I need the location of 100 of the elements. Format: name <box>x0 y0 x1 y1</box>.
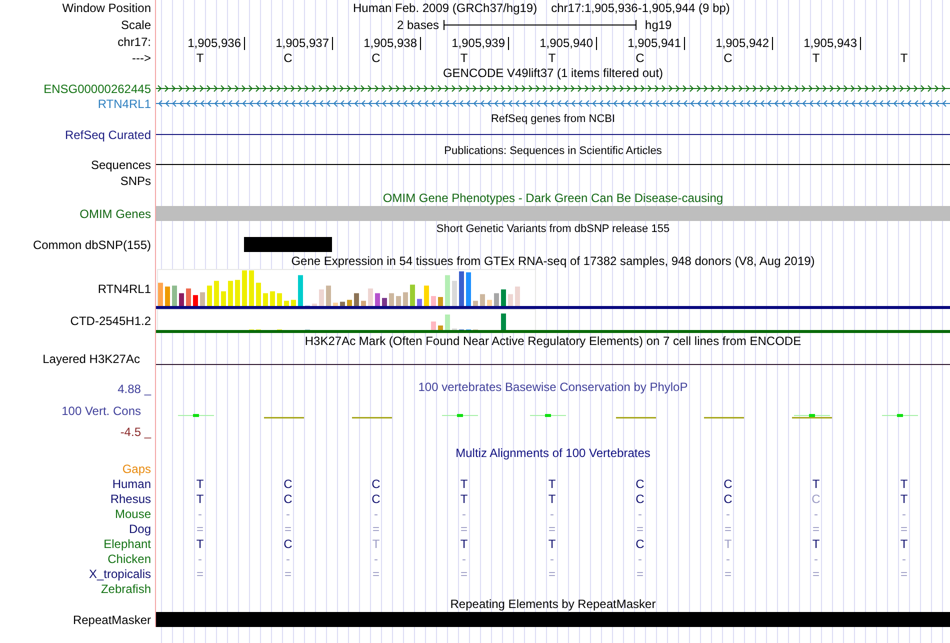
aligned-base: = <box>812 566 820 580</box>
aligned-base: C <box>636 536 644 550</box>
expression-bars-drawing[interactable] <box>157 309 536 331</box>
base-letter: T <box>900 50 908 64</box>
aligned-base: - <box>462 506 466 520</box>
aligned-base: = <box>812 522 820 536</box>
track-label[interactable]: OMIM Genes <box>80 206 151 220</box>
aligned-base: - <box>814 552 818 566</box>
track-label[interactable]: Sequences <box>90 158 151 172</box>
aligned-base: C <box>372 476 380 490</box>
position-tick: 1,905,943 <box>804 37 861 50</box>
aligned-base: T <box>812 536 820 550</box>
aligned-base: C <box>812 492 820 506</box>
track-title: Short Genetic Variants from dbSNP release 155 <box>436 222 670 234</box>
track-label[interactable]: RepeatMasker <box>72 612 151 626</box>
species-label[interactable]: X_tropicalis <box>88 566 151 580</box>
base-letter: T <box>548 50 556 64</box>
track-label[interactable]: RTN4RL1 <box>98 282 151 296</box>
species-label[interactable]: Mouse <box>114 506 151 520</box>
aligned-base: - <box>374 552 378 566</box>
base-letter: T <box>460 50 468 64</box>
row-label: chr17: <box>118 34 151 48</box>
aligned-base: - <box>550 506 554 520</box>
aligned-base: T <box>460 536 468 550</box>
aligned-base: C <box>636 492 644 506</box>
aligned-base: - <box>638 552 642 566</box>
aligned-base: - <box>462 552 466 566</box>
aligned-base: T <box>900 536 908 550</box>
aligned-base: = <box>460 566 468 580</box>
position-tick: 1,905,940 <box>540 37 597 50</box>
position-tick: 1,905,937 <box>276 37 333 50</box>
aligned-base: = <box>372 566 380 580</box>
species-label[interactable]: Rhesus <box>110 492 151 506</box>
track-label[interactable]: 100 Vert. Cons <box>62 404 141 418</box>
track-label[interactable]: Common dbSNP(155) <box>32 238 151 252</box>
aligned-base: = <box>372 522 380 536</box>
aligned-base: = <box>900 566 908 580</box>
aligned-base: - <box>286 506 290 520</box>
track-title: Multiz Alignments of 100 Vertebrates <box>456 446 650 460</box>
aligned-base: T <box>548 492 556 506</box>
aligned-base: = <box>284 522 292 536</box>
aligned-base: T <box>548 536 556 550</box>
track-label[interactable]: RefSeq Curated <box>64 128 151 142</box>
track-label[interactable]: Layered H3K27Ac <box>42 352 140 366</box>
aligned-base: - <box>726 552 730 566</box>
base-letter: T <box>812 50 820 64</box>
aligned-base: - <box>286 552 290 566</box>
species-label[interactable]: Dog <box>128 522 151 536</box>
aligned-base: = <box>548 566 556 580</box>
aligned-base: - <box>902 552 906 566</box>
track-label[interactable]: CTD-2545H1.2 <box>70 314 151 328</box>
track-title: Repeating Elements by RepeatMasker <box>450 597 656 611</box>
row-label: Scale <box>120 18 151 32</box>
aligned-base: C <box>636 476 644 490</box>
aligned-base: = <box>548 522 556 536</box>
aligned-base: = <box>460 522 468 536</box>
aligned-base: C <box>284 536 292 550</box>
aligned-base: - <box>902 506 906 520</box>
strand-label: ---> <box>132 50 151 64</box>
aligned-base: T <box>460 492 468 506</box>
row-label: Window Position <box>62 1 151 15</box>
aligned-base: T <box>548 476 556 490</box>
species-label[interactable]: Elephant <box>104 536 151 550</box>
track-label[interactable]: Zebrafish <box>100 582 151 596</box>
track-label[interactable]: RTN4RL1 <box>98 96 151 110</box>
track-title: 100 vertebrates Basewise Conservation by PhyloP <box>418 380 688 394</box>
position-tick: 1,905,939 <box>452 37 509 50</box>
track-label[interactable]: SNPs <box>120 174 151 188</box>
gene-strand-line[interactable] <box>156 100 950 107</box>
aligned-base: C <box>724 492 732 506</box>
position-tick: 1,905,941 <box>628 37 685 50</box>
aligned-base: T <box>900 492 908 506</box>
aligned-base: = <box>724 522 732 536</box>
aligned-base: C <box>372 492 380 506</box>
base-letter: C <box>724 50 732 64</box>
track-title: Publications: Sequences in Scientific Articles <box>444 144 662 156</box>
species-label[interactable]: Human <box>112 476 151 490</box>
aligned-base: = <box>196 566 204 580</box>
aligned-base: - <box>374 506 378 520</box>
aligned-base: = <box>900 522 908 536</box>
aligned-base: T <box>196 536 204 550</box>
base-letter: T <box>196 50 204 64</box>
base-letter: C <box>372 50 380 64</box>
track-label[interactable]: ENSG00000262445 <box>44 82 151 96</box>
aligned-base: C <box>284 476 292 490</box>
aligned-base: T <box>196 492 204 506</box>
assembly-name: Human Feb. 2009 (GRCh37/hg19) <box>353 1 538 15</box>
aligned-base: C <box>724 476 732 490</box>
expression-bars-drawing[interactable] <box>157 269 536 307</box>
gene-strand-line[interactable] <box>156 85 950 92</box>
aligned-base: T <box>196 476 204 490</box>
aligned-base: T <box>812 476 820 490</box>
axis-min-label: -4.5 _ <box>119 425 151 439</box>
region-position: chr17:1,905,936-1,905,944 (9 bp) <box>551 1 730 15</box>
aligned-base: - <box>550 552 554 566</box>
aligned-base: = <box>284 566 292 580</box>
aligned-base: = <box>724 566 732 580</box>
track-title: GENCODE V49lift37 (1 items filtered out) <box>442 66 664 80</box>
species-label[interactable]: Chicken <box>108 552 151 566</box>
aligned-base: T <box>460 476 468 490</box>
